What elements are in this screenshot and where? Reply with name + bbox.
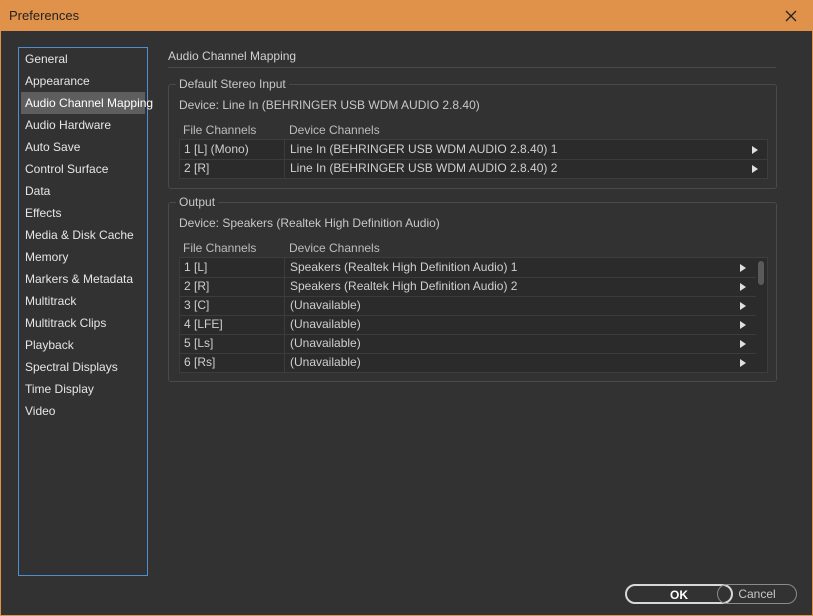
file-channel-cell: 3 [C] [180, 296, 285, 315]
dialog-body: General Appearance Audio Channel Mapping… [0, 31, 813, 616]
sidebar-item-multitrack-clips[interactable]: Multitrack Clips [21, 312, 145, 334]
sidebar-item-spectral-displays[interactable]: Spectral Displays [21, 356, 145, 378]
cancel-button[interactable]: Cancel [717, 584, 797, 604]
file-channel-cell: 5 [Ls] [180, 334, 285, 353]
sidebar-item-memory[interactable]: Memory [21, 246, 145, 268]
input-col-device-channels: Device Channels [289, 123, 380, 137]
dropdown-arrow-icon[interactable] [736, 296, 750, 315]
output-mapping-table: 1 [L] Speakers (Realtek High Definition … [179, 257, 768, 373]
sidebar-item-playback[interactable]: Playback [21, 334, 145, 356]
scrollbar-thumb[interactable] [758, 261, 764, 285]
output-table-scrollbar[interactable] [758, 258, 764, 372]
dropdown-arrow-icon[interactable] [748, 140, 762, 159]
sidebar-item-general[interactable]: General [21, 48, 145, 70]
input-group: Default Stereo Input Device: Line In (BE… [168, 77, 777, 189]
dropdown-arrow-icon[interactable] [748, 159, 762, 178]
sidebar-item-data[interactable]: Data [21, 180, 145, 202]
sidebar-item-appearance[interactable]: Appearance [21, 70, 145, 92]
sidebar-item-time-display[interactable]: Time Display [21, 378, 145, 400]
file-channel-cell: 2 [R] [180, 159, 285, 178]
section-title: Audio Channel Mapping [168, 49, 297, 63]
file-channel-cell: 1 [L] (Mono) [180, 140, 285, 159]
sidebar-item-audio-channel-mapping[interactable]: Audio Channel Mapping [21, 92, 153, 114]
sidebar-item-effects[interactable]: Effects [21, 202, 145, 224]
input-mapping-table: 1 [L] (Mono) Line In (BEHRINGER USB WDM … [179, 139, 768, 179]
close-icon [785, 10, 797, 21]
dropdown-arrow-icon[interactable] [736, 353, 750, 372]
file-channel-cell: 4 [LFE] [180, 315, 285, 334]
dropdown-arrow-icon[interactable] [736, 258, 750, 277]
output-group-legend: Output [176, 195, 219, 209]
table-row: 6 [Rs] (Unavailable) [180, 353, 756, 372]
table-row: 2 [R] Line In (BEHRINGER USB WDM AUDIO 2… [180, 159, 767, 178]
device-channel-cell[interactable]: (Unavailable) [286, 353, 736, 372]
file-channel-cell: 2 [R] [180, 277, 285, 296]
output-col-file-channels: File Channels [183, 241, 257, 255]
file-channel-cell: 6 [Rs] [180, 353, 285, 372]
input-device-label: Device: Line In (BEHRINGER USB WDM AUDIO… [179, 98, 480, 112]
output-group: Output Device: Speakers (Realtek High De… [168, 195, 777, 382]
table-row: 1 [L] Speakers (Realtek High Definition … [180, 258, 756, 278]
sidebar-item-auto-save[interactable]: Auto Save [21, 136, 145, 158]
device-channel-cell[interactable]: (Unavailable) [286, 334, 736, 353]
window-title: Preferences [9, 8, 80, 23]
dropdown-arrow-icon[interactable] [736, 315, 750, 334]
device-channel-cell[interactable]: Speakers (Realtek High Definition Audio)… [286, 277, 736, 296]
sidebar-item-control-surface[interactable]: Control Surface [21, 158, 145, 180]
sidebar-item-audio-hardware[interactable]: Audio Hardware [21, 114, 145, 136]
sidebar-item-video[interactable]: Video [21, 400, 145, 422]
dropdown-arrow-icon[interactable] [736, 277, 750, 296]
dropdown-arrow-icon[interactable] [736, 334, 750, 353]
sidebar-item-media-disk-cache[interactable]: Media & Disk Cache [21, 224, 145, 246]
sidebar-item-markers-metadata[interactable]: Markers & Metadata [21, 268, 145, 290]
table-row: 5 [Ls] (Unavailable) [180, 334, 756, 354]
table-row: 2 [R] Speakers (Realtek High Definition … [180, 277, 756, 297]
output-col-device-channels: Device Channels [289, 241, 380, 255]
title-bar: Preferences [0, 0, 813, 31]
file-channel-cell: 1 [L] [180, 258, 285, 277]
input-col-file-channels: File Channels [183, 123, 257, 137]
table-row: 1 [L] (Mono) Line In (BEHRINGER USB WDM … [180, 140, 767, 160]
device-channel-cell[interactable]: (Unavailable) [286, 315, 736, 334]
device-channel-cell[interactable]: Line In (BEHRINGER USB WDM AUDIO 2.8.40)… [286, 140, 746, 159]
close-button[interactable] [769, 0, 813, 31]
device-channel-cell[interactable]: Line In (BEHRINGER USB WDM AUDIO 2.8.40)… [286, 159, 746, 178]
table-row: 4 [LFE] (Unavailable) [180, 315, 756, 335]
section-divider [168, 67, 776, 68]
sidebar: General Appearance Audio Channel Mapping… [18, 47, 153, 576]
device-channel-cell[interactable]: (Unavailable) [286, 296, 736, 315]
input-group-legend: Default Stereo Input [176, 77, 289, 91]
sidebar-item-multitrack[interactable]: Multitrack [21, 290, 145, 312]
table-row: 3 [C] (Unavailable) [180, 296, 756, 316]
device-channel-cell[interactable]: Speakers (Realtek High Definition Audio)… [286, 258, 736, 277]
output-device-label: Device: Speakers (Realtek High Definitio… [179, 216, 440, 230]
